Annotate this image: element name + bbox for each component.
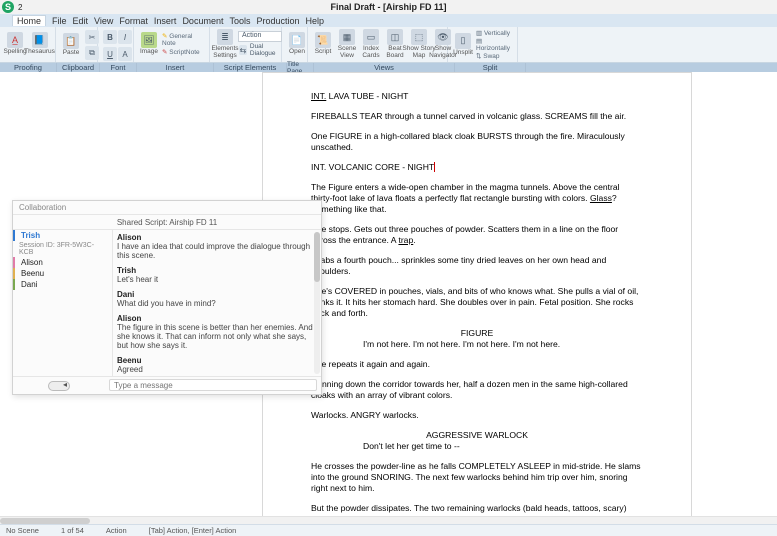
copy-button[interactable]: ⧉ [85, 46, 99, 60]
dual-dialogue-button[interactable]: ⇆Dual Dialogue [238, 43, 282, 57]
scene-heading[interactable]: INT. LAVA TUBE - NIGHT [311, 91, 643, 102]
ribbon: A̲Spelling 📘Thesaurus 📋Paste ✂ ⧉ B I U A… [0, 27, 777, 63]
underline-button[interactable]: U [103, 47, 117, 61]
menu-edit[interactable]: Edit [73, 16, 89, 26]
menu-insert[interactable]: Insert [154, 16, 177, 26]
action-text[interactable]: Running down the corridor towards her, h… [311, 379, 643, 401]
element-dropdown[interactable]: Action [238, 31, 282, 42]
user-list: Trish Session ID: 3FR-5W3C-KCB Alison Be… [13, 230, 113, 376]
scene-heading[interactable]: INT. VOLCANIC CORE - NIGHT [311, 162, 643, 173]
spelling-button[interactable]: A̲Spelling [4, 29, 26, 59]
story-map-button[interactable]: ⬚Show Story Map [408, 29, 430, 59]
action-text[interactable]: One FIGURE in a high-collared black cloa… [311, 131, 643, 153]
menu-format[interactable]: Format [119, 16, 148, 26]
menu-bar: Home File Edit View Format Insert Docume… [0, 14, 777, 27]
chat-input[interactable] [109, 379, 317, 391]
action-text[interactable]: FIREBALLS TEAR through a tunnel carved i… [311, 111, 643, 122]
dialogue[interactable]: Don't let her get time to -- [363, 441, 591, 452]
section-insert: Insert [137, 63, 214, 72]
chat-toggle[interactable] [13, 377, 105, 394]
character-name[interactable]: AGGRESSIVE WARLOCK [311, 430, 643, 441]
action-text[interactable]: She repeats it again and again. [311, 359, 643, 370]
elements-settings-button[interactable]: ≣Elements Settings [214, 29, 236, 59]
thesaurus-button[interactable]: 📘Thesaurus [28, 29, 51, 59]
section-script-elements: Script Elements [214, 63, 287, 72]
horizontal-scrollbar[interactable] [0, 516, 777, 524]
action-text[interactable]: The Figure enters a wide-open chamber in… [311, 182, 643, 215]
unsplit-button[interactable]: ▯Unsplit [452, 30, 474, 60]
titlepage-open-button[interactable]: 📄Open [286, 29, 308, 59]
character-name[interactable]: FIGURE [311, 328, 643, 339]
chat-scrollbar[interactable] [314, 232, 320, 374]
cut-button[interactable]: ✂ [85, 30, 99, 44]
font-color-button[interactable]: A [118, 47, 132, 61]
status-bar: No Scene 1 of 54 Action [Tab] Action, [E… [0, 524, 777, 536]
menu-home[interactable]: Home [12, 15, 46, 26]
action-text[interactable]: He crosses the powder-line as he falls C… [311, 461, 643, 494]
image-button[interactable]: 🖼Image [138, 29, 160, 59]
app-icon: S [2, 1, 14, 13]
menu-tools[interactable]: Tools [229, 16, 250, 26]
split-horizontally-button[interactable]: ▤ Horizontally [476, 37, 513, 52]
split-vertically-button[interactable]: ▥ Vertically [476, 29, 513, 37]
status-pages: 1 of 54 [61, 526, 84, 535]
shared-script-label: Shared Script: Airship FD 11 [13, 215, 321, 230]
action-text[interactable]: Grabs a fourth pouch... sprinkles some t… [311, 255, 643, 277]
user-beenu[interactable]: Beenu [13, 268, 112, 279]
dialogue[interactable]: I'm not here. I'm not here. I'm not here… [363, 339, 591, 350]
section-clipboard: Clipboard [57, 63, 100, 72]
general-note-button[interactable]: ✎ General Note [162, 32, 205, 47]
menu-production[interactable]: Production [256, 16, 299, 26]
user-trish[interactable]: Trish [13, 230, 112, 241]
user-dani[interactable]: Dani [13, 279, 112, 290]
swap-button[interactable]: ⇅ Swap [476, 52, 513, 60]
action-text[interactable]: She's COVERED in pouches, vials, and bit… [311, 286, 643, 319]
chat-message: DaniWhat did you have in mind? [117, 290, 313, 308]
script-page[interactable]: INT. LAVA TUBE - NIGHT FIREBALLS TEAR th… [262, 72, 692, 522]
status-element: Action [106, 526, 127, 535]
section-font: Font [100, 63, 137, 72]
chat-message: AlisonThe figure in this scene is better… [117, 314, 313, 350]
italic-button[interactable]: I [118, 30, 132, 44]
collaboration-panel: Collaboration Shared Script: Airship FD … [12, 200, 322, 395]
collaboration-header: Collaboration [13, 201, 321, 215]
section-split: Split [455, 63, 526, 72]
section-proofing: Proofing [0, 63, 57, 72]
status-scene: No Scene [6, 526, 39, 535]
section-views: Views [314, 63, 455, 72]
menu-document[interactable]: Document [182, 16, 223, 26]
session-id: Session ID: 3FR-5W3C-KCB [13, 241, 112, 257]
menu-file[interactable]: File [52, 16, 67, 26]
chat-message: AlisonI have an idea that could improve … [117, 233, 313, 260]
status-hint: [Tab] Action, [Enter] Action [149, 526, 237, 535]
scriptnote-button[interactable]: ✎ ScriptNote [162, 48, 205, 56]
scene-view-button[interactable]: ▦Scene View [336, 29, 358, 59]
section-title-page: Title Page [287, 63, 314, 72]
chat-message: TrishLet's hear it [117, 266, 313, 284]
index-cards-button[interactable]: ▭Index Cards [360, 29, 382, 59]
chat-message: BeenuAgreed [117, 356, 313, 374]
menu-help[interactable]: Help [306, 16, 325, 26]
titlebar-number: 2 [18, 3, 22, 12]
user-alison[interactable]: Alison [13, 257, 112, 268]
menu-view[interactable]: View [94, 16, 113, 26]
bold-button[interactable]: B [103, 30, 117, 44]
chat-messages[interactable]: AlisonI have an idea that could improve … [113, 230, 321, 376]
titlebar: S 2 Final Draft - [Airship FD 11] [0, 0, 777, 14]
document-title: Final Draft - [Airship FD 11] [330, 2, 446, 12]
paste-button[interactable]: 📋Paste [60, 30, 82, 60]
script-view-button[interactable]: 📜Script [312, 29, 334, 59]
action-text[interactable]: She stops. Gets out three pouches of pow… [311, 224, 643, 246]
action-text[interactable]: Warlocks. ANGRY warlocks. [311, 410, 643, 421]
